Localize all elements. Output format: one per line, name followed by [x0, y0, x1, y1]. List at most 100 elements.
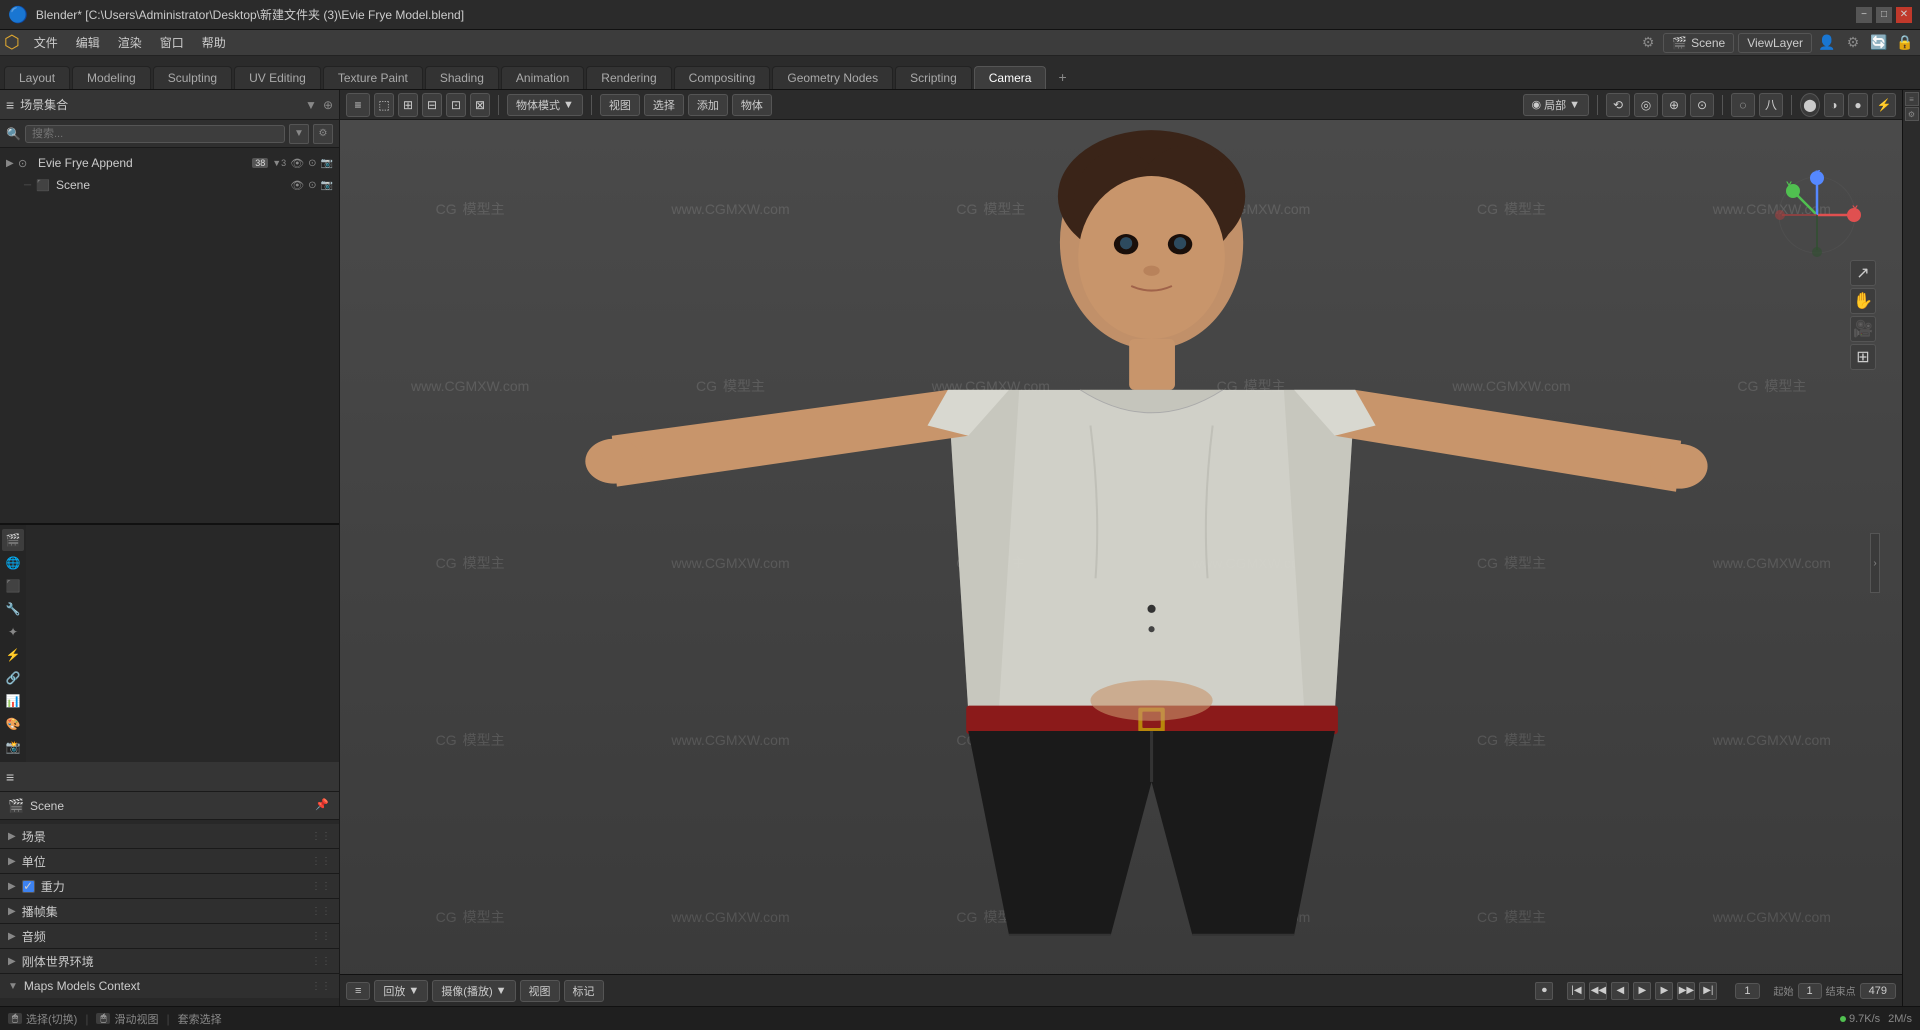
tab-rendering[interactable]: Rendering — [586, 66, 671, 89]
prop-icon-object[interactable]: ⬛ — [2, 575, 24, 597]
tab-layout[interactable]: Layout — [4, 66, 70, 89]
local-view-btn[interactable]: ◉ 局部 ▼ — [1523, 94, 1590, 116]
snap-icon[interactable]: ⊕ — [1662, 93, 1686, 117]
cursor-tool[interactable]: ↗ — [1850, 260, 1876, 286]
timeline-menu-btn[interactable]: ≡ — [346, 982, 370, 1000]
prop-icon-material[interactable]: 🎨 — [2, 713, 24, 735]
grid-tool[interactable]: ⊞ — [1850, 344, 1876, 370]
viewlayer-selector[interactable]: ViewLayer — [1738, 33, 1812, 53]
solid-shading-btn[interactable]: ⬤ — [1800, 93, 1820, 117]
transform-icon[interactable]: ⟲ — [1606, 93, 1630, 117]
tab-sculpting[interactable]: Sculpting — [153, 66, 232, 89]
pin-icon[interactable]: 📌 — [315, 798, 331, 814]
eevee-icon[interactable]: ⚡ — [1872, 93, 1896, 117]
prop-icon-constraints[interactable]: 🔗 — [2, 667, 24, 689]
section-maps-header[interactable]: ▼ Maps Models Context ⋮⋮ — [0, 974, 339, 998]
add-menu-btn[interactable]: 添加 — [688, 94, 728, 116]
tab-texture-paint[interactable]: Texture Paint — [323, 66, 423, 89]
tab-modeling[interactable]: Modeling — [72, 66, 151, 89]
section-audio-header[interactable]: ▶ 音频 ⋮⋮ — [0, 924, 339, 948]
n-panel-toggle[interactable]: › — [1870, 533, 1880, 593]
outliner-filter-icon[interactable]: ▼ — [305, 98, 317, 112]
section-scene-header[interactable]: ▶ 场景 ⋮⋮ — [0, 824, 339, 848]
tab-animation[interactable]: Animation — [501, 66, 584, 89]
prev-keyframe-btn[interactable]: ◀◀ — [1589, 982, 1607, 1000]
scene-selector[interactable]: 🎬 Scene — [1663, 33, 1734, 53]
material-shading-btn[interactable]: ◑ — [1824, 93, 1844, 117]
right-panel-btn-1[interactable]: ≡ — [1905, 92, 1919, 106]
jump-end-btn[interactable]: ▶| — [1699, 982, 1717, 1000]
camera-playback-btn[interactable]: 摄像(播放) ▼ — [432, 980, 515, 1002]
menu-help[interactable]: 帮助 — [194, 32, 234, 53]
sync-icon[interactable]: 🔄 — [1868, 32, 1890, 54]
settings-icon[interactable]: ⚙ — [1842, 32, 1864, 54]
object-mode-btn[interactable]: 物体模式 ▼ — [507, 94, 583, 116]
mode-icon-4[interactable]: ⊡ — [446, 93, 466, 117]
gravity-checkbox[interactable]: ✓ — [22, 880, 35, 893]
visibility-icon[interactable]: 👁 — [290, 157, 304, 170]
select-menu-btn[interactable]: 选择 — [644, 94, 684, 116]
add-workspace-button[interactable]: + — [1048, 65, 1076, 89]
prop-icon-particles[interactable]: ✦ — [2, 621, 24, 643]
rendered-shading-btn[interactable]: ● — [1848, 93, 1868, 117]
move-tool[interactable]: ✋ — [1850, 288, 1876, 314]
tab-scripting[interactable]: Scripting — [895, 66, 972, 89]
section-keyframes-header[interactable]: ▶ 播帧集 ⋮⋮ — [0, 899, 339, 923]
lock-icon[interactable]: 🔒 — [1894, 32, 1916, 54]
user-icon[interactable]: 👤 — [1816, 32, 1838, 54]
scene-render-icon[interactable]: 📷 — [321, 180, 333, 191]
proportional-icon[interactable]: ⊙ — [1690, 93, 1714, 117]
minimize-button[interactable]: − — [1856, 7, 1872, 23]
menu-edit[interactable]: 编辑 — [68, 32, 108, 53]
outliner-menu-icon[interactable]: ≡ — [6, 97, 14, 113]
object-menu-btn[interactable]: 物体 — [732, 94, 772, 116]
viewport-icon[interactable]: ⊙ — [308, 158, 316, 169]
prop-icon-render[interactable]: 📸 — [2, 736, 24, 758]
scene-visibility-icon[interactable]: 👁 — [290, 179, 304, 192]
tab-geometry-nodes[interactable]: Geometry Nodes — [772, 66, 893, 89]
timeline-mark-btn[interactable]: 标记 — [564, 980, 604, 1002]
menu-file[interactable]: 文件 — [26, 32, 66, 53]
prop-icon-scene[interactable]: 🎬 — [2, 529, 24, 551]
playback-btn[interactable]: 回放 ▼ — [374, 980, 428, 1002]
play-btn[interactable]: ▶ — [1633, 982, 1651, 1000]
maximize-button[interactable]: □ — [1876, 7, 1892, 23]
prev-frame-btn[interactable]: ◀ — [1611, 982, 1629, 1000]
mode-icon-2[interactable]: ⊞ — [398, 93, 418, 117]
render-icon[interactable]: 📷 — [321, 158, 333, 169]
view-menu-btn[interactable]: 视图 — [600, 94, 640, 116]
scene-viewport-icon[interactable]: ⊙ — [308, 180, 316, 191]
props-menu-icon[interactable]: ≡ — [6, 769, 14, 785]
menu-render[interactable]: 渲染 — [110, 32, 150, 53]
prop-icon-data[interactable]: 📊 — [2, 690, 24, 712]
right-panel-btn-2[interactable]: ⚙ — [1905, 107, 1919, 121]
current-frame-display[interactable]: 1 — [1735, 983, 1759, 999]
section-units-header[interactable]: ▶ 单位 ⋮⋮ — [0, 849, 339, 873]
section-gravity-header[interactable]: ▶ ✓ 重力 ⋮⋮ — [0, 874, 339, 898]
outliner-row-collection[interactable]: ▶ ⊙ Evie Frye Append 38 ▼3 👁 ⊙ 📷 — [0, 152, 339, 174]
pivot-icon[interactable]: ◎ — [1634, 93, 1658, 117]
menu-window[interactable]: 窗口 — [152, 32, 192, 53]
next-keyframe-btn[interactable]: ▶▶ — [1677, 982, 1695, 1000]
tab-camera[interactable]: Camera — [974, 66, 1047, 89]
overlay-icon[interactable]: ◌ — [1731, 93, 1755, 117]
frame-end-input[interactable]: 479 — [1860, 983, 1896, 999]
section-rigid-header[interactable]: ▶ 刚体世界环境 ⋮⋮ — [0, 949, 339, 973]
outliner-search-input[interactable] — [25, 125, 285, 143]
tab-compositing[interactable]: Compositing — [674, 66, 771, 89]
engine-selector-icon[interactable]: ⚙ — [1637, 32, 1659, 54]
frame-start-input[interactable]: 1 — [1798, 983, 1822, 999]
viewport-3d[interactable]: ≡ ⬚ ⊞ ⊟ ⊡ ⊠ 物体模式 ▼ 视图 选择 — [340, 90, 1902, 1006]
prop-icon-world[interactable]: 🌐 — [2, 552, 24, 574]
tab-shading[interactable]: Shading — [425, 66, 499, 89]
filter-btn[interactable]: ▼ — [289, 124, 309, 144]
close-button[interactable]: ✕ — [1896, 7, 1912, 23]
record-btn[interactable]: ⏺ — [1535, 982, 1553, 1000]
mode-icon-3[interactable]: ⊟ — [422, 93, 442, 117]
next-frame-btn[interactable]: ▶ — [1655, 982, 1673, 1000]
mode-icon-1[interactable]: ⬚ — [374, 93, 394, 117]
viewport-menu-btn[interactable]: ≡ — [346, 93, 370, 117]
viewport-gizmo[interactable]: X Y Z — [1772, 170, 1862, 263]
camera-tool[interactable]: 🎥 — [1850, 316, 1876, 342]
filter-options-btn[interactable]: ⚙ — [313, 124, 333, 144]
